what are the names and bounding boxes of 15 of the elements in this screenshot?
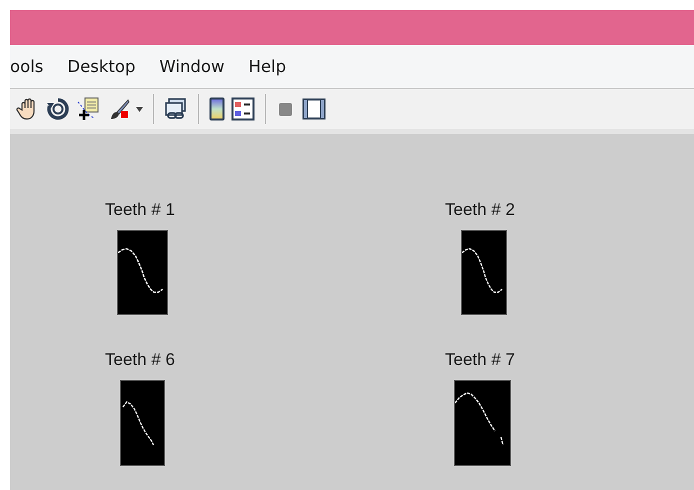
menu-item[interactable]: Help <box>236 57 298 76</box>
colorbar-icon[interactable] <box>209 97 225 121</box>
legend-icon[interactable] <box>231 97 255 121</box>
linked-plots-icon[interactable] <box>164 97 188 121</box>
image-title: Teeth # 7 <box>445 350 515 370</box>
menu-item[interactable]: Window <box>147 57 236 76</box>
image-title: Teeth # 2 <box>445 200 515 220</box>
plot-tools-show-icon[interactable] <box>302 97 326 121</box>
brush-icon[interactable] <box>108 98 130 120</box>
image-title: Teeth # 6 <box>105 350 175 370</box>
caret-icon[interactable] <box>136 106 143 112</box>
menu-item[interactable]: ools <box>10 57 56 76</box>
image-title: Teeth # 1 <box>105 200 175 220</box>
rotate-icon[interactable] <box>46 97 70 121</box>
menu-item[interactable]: Desktop <box>55 57 148 76</box>
